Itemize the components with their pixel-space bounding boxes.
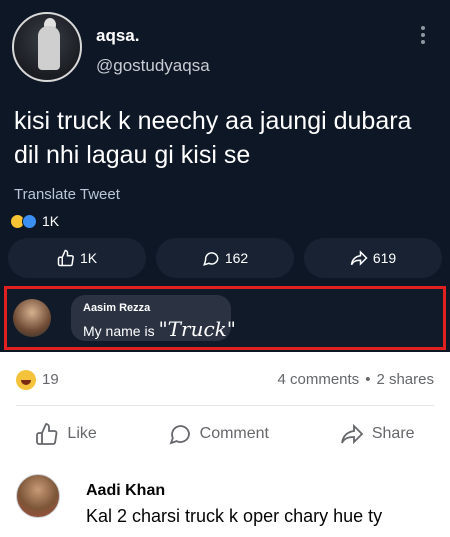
reaction-count[interactable]: 19 xyxy=(42,371,59,388)
tweet-share-count: 619 xyxy=(372,250,397,266)
avatar-body-shape xyxy=(38,26,60,70)
tweet-action-bar: 1K 162 619 xyxy=(8,238,442,278)
comments-count-link[interactable]: 4 comments xyxy=(277,371,359,388)
comment-author-avatar[interactable] xyxy=(13,299,51,337)
tweet-reaction-summary[interactable]: 1K xyxy=(10,211,59,231)
comment-text: My name is "Truck" xyxy=(83,317,236,341)
comment-text-emphasis: "Truck" xyxy=(158,317,236,341)
tweet-comment-button[interactable]: 162 xyxy=(156,238,294,278)
commenter-avatar[interactable] xyxy=(16,474,60,518)
comment-author-name[interactable]: Aasim Rezza xyxy=(83,302,150,314)
thumbs-up-icon xyxy=(57,249,74,267)
commenter-name[interactable]: Aadi Khan xyxy=(86,482,165,500)
tweet-screenshot: aqsa. @gostudyaqsa kisi truck k neechy a… xyxy=(0,0,450,352)
tweet-comment-count: 162 xyxy=(224,250,249,266)
actions-divider xyxy=(16,405,434,406)
comment-bubble-icon xyxy=(169,425,190,445)
tweet-author-name[interactable]: aqsa. xyxy=(96,26,139,46)
share-label: Share xyxy=(371,425,415,442)
comment-label: Comment xyxy=(199,425,269,442)
tweet-text: kisi truck k neechy aa jaungi dubara dil… xyxy=(14,107,412,169)
more-options-icon[interactable] xyxy=(418,26,428,48)
post-stats: 4 comments • 2 shares xyxy=(277,371,434,388)
post-action-bar: Like Comment Share xyxy=(0,416,450,452)
tweet-reaction-count: 1K xyxy=(42,213,60,229)
tweet-like-count: 1K xyxy=(79,250,98,266)
comment-bubble: Aasim Rezza My name is "Truck" xyxy=(71,295,236,341)
post-reactions-row: 19 4 comments • 2 shares xyxy=(0,362,450,396)
tweet-author-handle[interactable]: @gostudyaqsa xyxy=(96,56,210,76)
comment-button[interactable]: Comment xyxy=(168,416,269,452)
like-reaction-icon xyxy=(22,213,37,229)
tweet-like-button[interactable]: 1K xyxy=(8,238,146,278)
facebook-post: aqsa. @gostudyaqsa kisi truck k neechy a… xyxy=(0,0,450,537)
share-arrow-icon xyxy=(340,423,364,445)
thumbs-up-icon xyxy=(36,423,58,445)
tweet-share-button[interactable]: 619 xyxy=(304,238,442,278)
share-arrow-icon xyxy=(350,250,368,266)
like-button[interactable]: Like xyxy=(35,416,97,452)
comment-body: Kal 2 charsi truck k oper chary hue ty xyxy=(86,506,383,526)
highlighted-comment: Aasim Rezza My name is "Truck" xyxy=(4,286,446,350)
shares-count-link[interactable]: 2 shares xyxy=(376,371,434,388)
stats-separator: • xyxy=(365,371,371,388)
translate-tweet-link[interactable]: Translate Tweet xyxy=(14,186,120,203)
comment-item: Aadi Khan Kal 2 charsi truck k oper char… xyxy=(0,470,450,537)
share-button[interactable]: Share xyxy=(340,416,415,452)
comment-text-prefix: My name is xyxy=(83,323,159,339)
tweet-author-avatar[interactable] xyxy=(12,12,82,82)
like-label: Like xyxy=(67,425,97,442)
haha-reaction-icon[interactable] xyxy=(16,370,36,390)
comment-bubble-icon xyxy=(202,252,219,266)
